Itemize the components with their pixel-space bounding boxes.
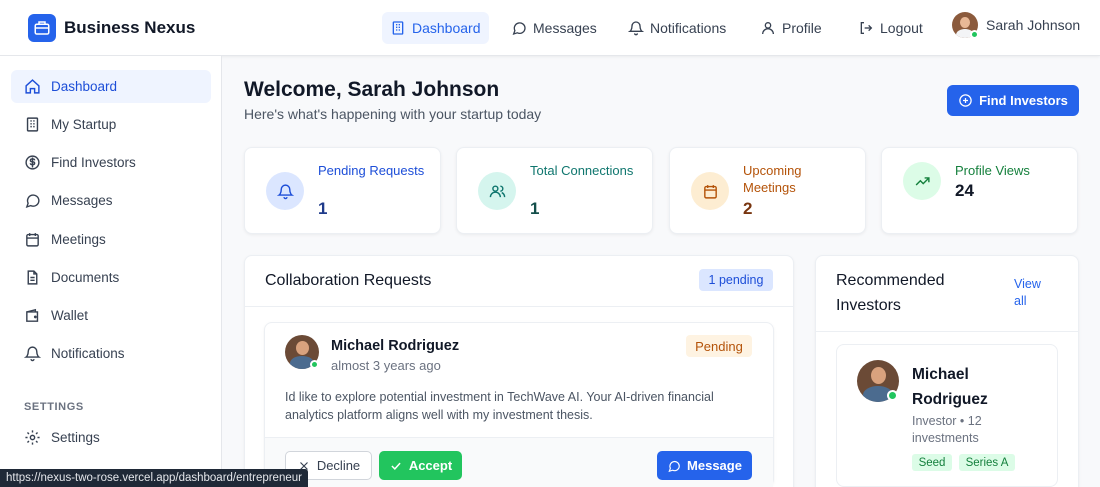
investor-tag: Series A [959, 454, 1015, 471]
sidebar-item-messages[interactable]: Messages [11, 184, 211, 217]
sidebar-item-label: Notifications [51, 346, 125, 361]
topnav-messages[interactable]: Messages [503, 12, 605, 44]
stat-card-upcoming-meetings[interactable]: Upcoming Meetings 2 [669, 147, 866, 234]
building-icon [392, 21, 404, 35]
user-menu[interactable]: Sarah Johnson [952, 12, 1081, 39]
online-status-dot [887, 390, 898, 401]
message-label: Message [687, 458, 742, 473]
briefcase-icon [28, 14, 56, 42]
browser-status-url: https://nexus-two-rose.vercel.app/dashbo… [0, 469, 308, 487]
find-investors-label: Find Investors [979, 93, 1068, 108]
topnav-logout[interactable]: Logout [850, 12, 931, 44]
message-icon [668, 460, 680, 472]
check-icon [391, 462, 401, 470]
divider [816, 331, 1078, 332]
stat-value: 24 [955, 181, 974, 200]
sidebar: Dashboard My Startup Find Investors Mess… [0, 56, 222, 487]
message-icon [512, 22, 526, 36]
online-status-dot [970, 30, 979, 39]
plus-circle-icon [959, 94, 972, 107]
brand-name: Business Nexus [64, 18, 196, 37]
sidebar-item-my-startup[interactable]: My Startup [11, 108, 211, 141]
collab-requests-title: Collaboration Requests [265, 272, 432, 289]
topnav-label: Profile [782, 20, 822, 36]
sidebar-item-label: Messages [51, 193, 113, 208]
sidebar-item-find-investors[interactable]: Find Investors [11, 146, 211, 179]
stat-card-pending-requests[interactable]: Pending Requests 1 [244, 147, 441, 234]
dollar-circle-icon [25, 155, 40, 170]
sidebar-item-notifications[interactable]: Notifications [11, 337, 211, 370]
sidebar-item-meetings[interactable]: Meetings [11, 223, 211, 256]
stat-label: Upcoming Meetings [743, 163, 802, 195]
sidebar-item-settings[interactable]: Settings [11, 421, 211, 454]
sidebar-item-label: Documents [51, 270, 120, 285]
sidebar-item-label: My Startup [51, 117, 117, 132]
accept-label: Accept [408, 458, 453, 473]
stat-value: 2 [743, 199, 753, 218]
find-investors-button[interactable]: Find Investors [947, 85, 1079, 116]
request-time: almost 3 years ago [331, 358, 441, 373]
user-name: Sarah Johnson [986, 17, 1081, 33]
calendar-icon [26, 233, 39, 247]
calendar-icon [691, 172, 729, 210]
stat-label: Pending Requests [318, 163, 425, 178]
top-navbar: Business Nexus Dashboard Messages Notifi… [0, 0, 1100, 56]
request-message: Id like to explore potential investment … [285, 390, 714, 422]
online-status-dot [310, 360, 319, 369]
stat-value: 1 [318, 199, 328, 218]
investor-tag: Seed [912, 454, 952, 471]
recommended-investors-title: Recommended Investors [836, 272, 945, 314]
investor-name: Michael Rodriguez [912, 366, 988, 408]
divider [245, 306, 793, 307]
page-title: Welcome, Sarah Johnson [244, 78, 500, 101]
user-icon [762, 22, 774, 35]
topnav-label: Notifications [650, 20, 727, 36]
topnav-label: Dashboard [412, 20, 481, 36]
sidebar-item-wallet[interactable]: Wallet [11, 299, 211, 332]
page-subtitle: Here's what's happening with your startu… [244, 106, 542, 122]
message-icon [25, 194, 40, 208]
pending-count-badge: 1 pending [699, 269, 773, 291]
view-all-link[interactable]: View all [1014, 276, 1054, 310]
trending-up-icon [903, 162, 941, 200]
bell-icon [266, 172, 304, 210]
topnav-notifications[interactable]: Notifications [620, 12, 734, 44]
brand[interactable]: Business Nexus [28, 14, 195, 42]
topnav-label: Messages [533, 20, 597, 36]
topnav-dashboard[interactable]: Dashboard [382, 12, 489, 44]
message-button[interactable]: Message [657, 451, 752, 480]
document-icon [27, 270, 38, 285]
investor-meta: Investor • 12 investments [912, 414, 982, 445]
stat-card-total-connections[interactable]: Total Connections 1 [456, 147, 653, 234]
bell-icon [628, 21, 644, 36]
users-icon [478, 172, 516, 210]
topnav-label: Logout [880, 20, 923, 36]
logout-icon [860, 22, 873, 34]
requester-avatar-wrap [285, 335, 321, 371]
sidebar-item-dashboard[interactable]: Dashboard [11, 70, 211, 103]
stat-value: 1 [530, 199, 540, 218]
wallet-icon [26, 308, 39, 322]
stat-label: Total Connections [530, 163, 634, 178]
decline-label: Decline [316, 458, 361, 473]
status-badge: Pending [686, 335, 752, 357]
investor-avatar-wrap [857, 360, 901, 404]
sidebar-item-label: Wallet [51, 308, 89, 323]
building-icon [26, 117, 39, 132]
stat-card-profile-views[interactable]: Profile Views 24 [881, 147, 1078, 234]
home-icon [25, 79, 40, 94]
sidebar-section-settings: SETTINGS [24, 401, 84, 413]
stat-label: Profile Views [955, 163, 1030, 178]
sidebar-item-label: Dashboard [51, 79, 118, 94]
sidebar-item-documents[interactable]: Documents [11, 261, 211, 294]
sidebar-item-label: Find Investors [51, 155, 136, 170]
bell-icon [24, 346, 41, 362]
sidebar-item-label: Meetings [51, 232, 106, 247]
gear-icon [25, 430, 40, 445]
accept-button[interactable]: Accept [379, 451, 462, 480]
sidebar-item-label: Settings [51, 430, 100, 445]
topnav-profile[interactable]: Profile [752, 12, 830, 44]
requester-name: Michael Rodriguez [331, 338, 460, 354]
